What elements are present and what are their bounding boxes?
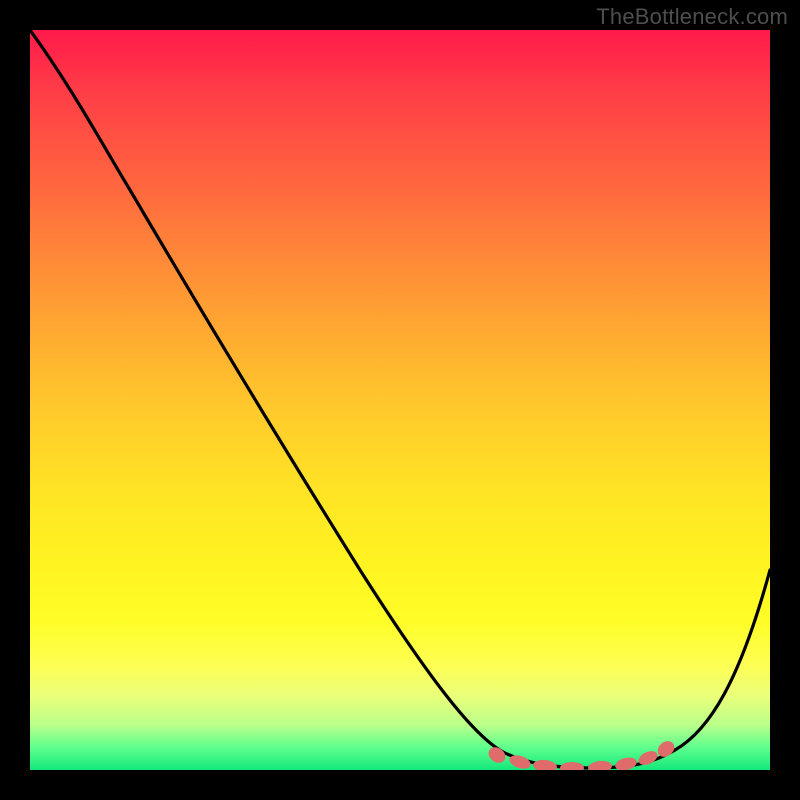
chart-frame: TheBottleneck.com [0, 0, 800, 800]
optimal-range-markers [486, 738, 678, 770]
attribution-text: TheBottleneck.com [596, 4, 788, 30]
curve-path [30, 30, 770, 768]
plot-area [30, 30, 770, 770]
bottleneck-curve [30, 30, 770, 770]
